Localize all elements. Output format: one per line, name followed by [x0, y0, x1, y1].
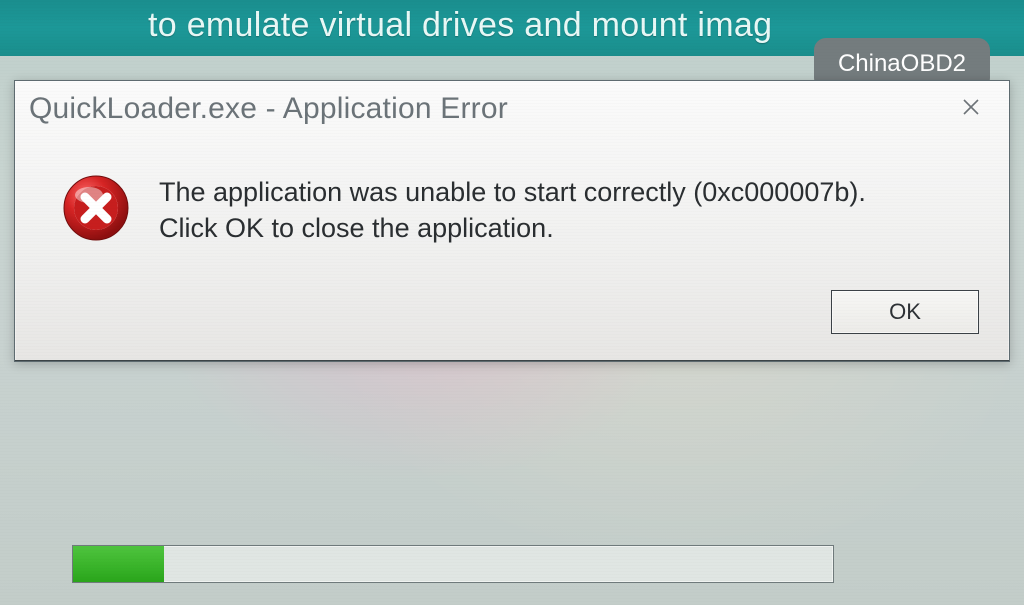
watermark-label: ChinaOBD2: [838, 50, 966, 77]
dialog-border-accent: [15, 360, 1009, 361]
dialog-button-row: OK: [15, 256, 1009, 360]
background-header-text: to emulate virtual drives and mount imag: [148, 6, 772, 44]
dialog-titlebar[interactable]: QuickLoader.exe - Application Error: [15, 81, 1009, 137]
progress-bar: [72, 545, 834, 583]
dialog-body: The application was unable to start corr…: [15, 137, 1009, 256]
progress-bar-fill: [73, 546, 164, 582]
dialog-title: QuickLoader.exe - Application Error: [29, 92, 508, 126]
dialog-message-line1: The application was unable to start corr…: [159, 175, 866, 211]
dialog-message-line2: Click OK to close the application.: [159, 211, 866, 247]
error-icon: [61, 173, 131, 243]
close-icon: [961, 97, 981, 122]
ok-button-label: OK: [889, 299, 921, 325]
ok-button[interactable]: OK: [831, 290, 979, 334]
screen: to emulate virtual drives and mount imag…: [0, 0, 1024, 605]
error-dialog: QuickLoader.exe - Application Error: [14, 80, 1010, 362]
close-button[interactable]: [949, 91, 993, 127]
dialog-message: The application was unable to start corr…: [159, 173, 866, 246]
